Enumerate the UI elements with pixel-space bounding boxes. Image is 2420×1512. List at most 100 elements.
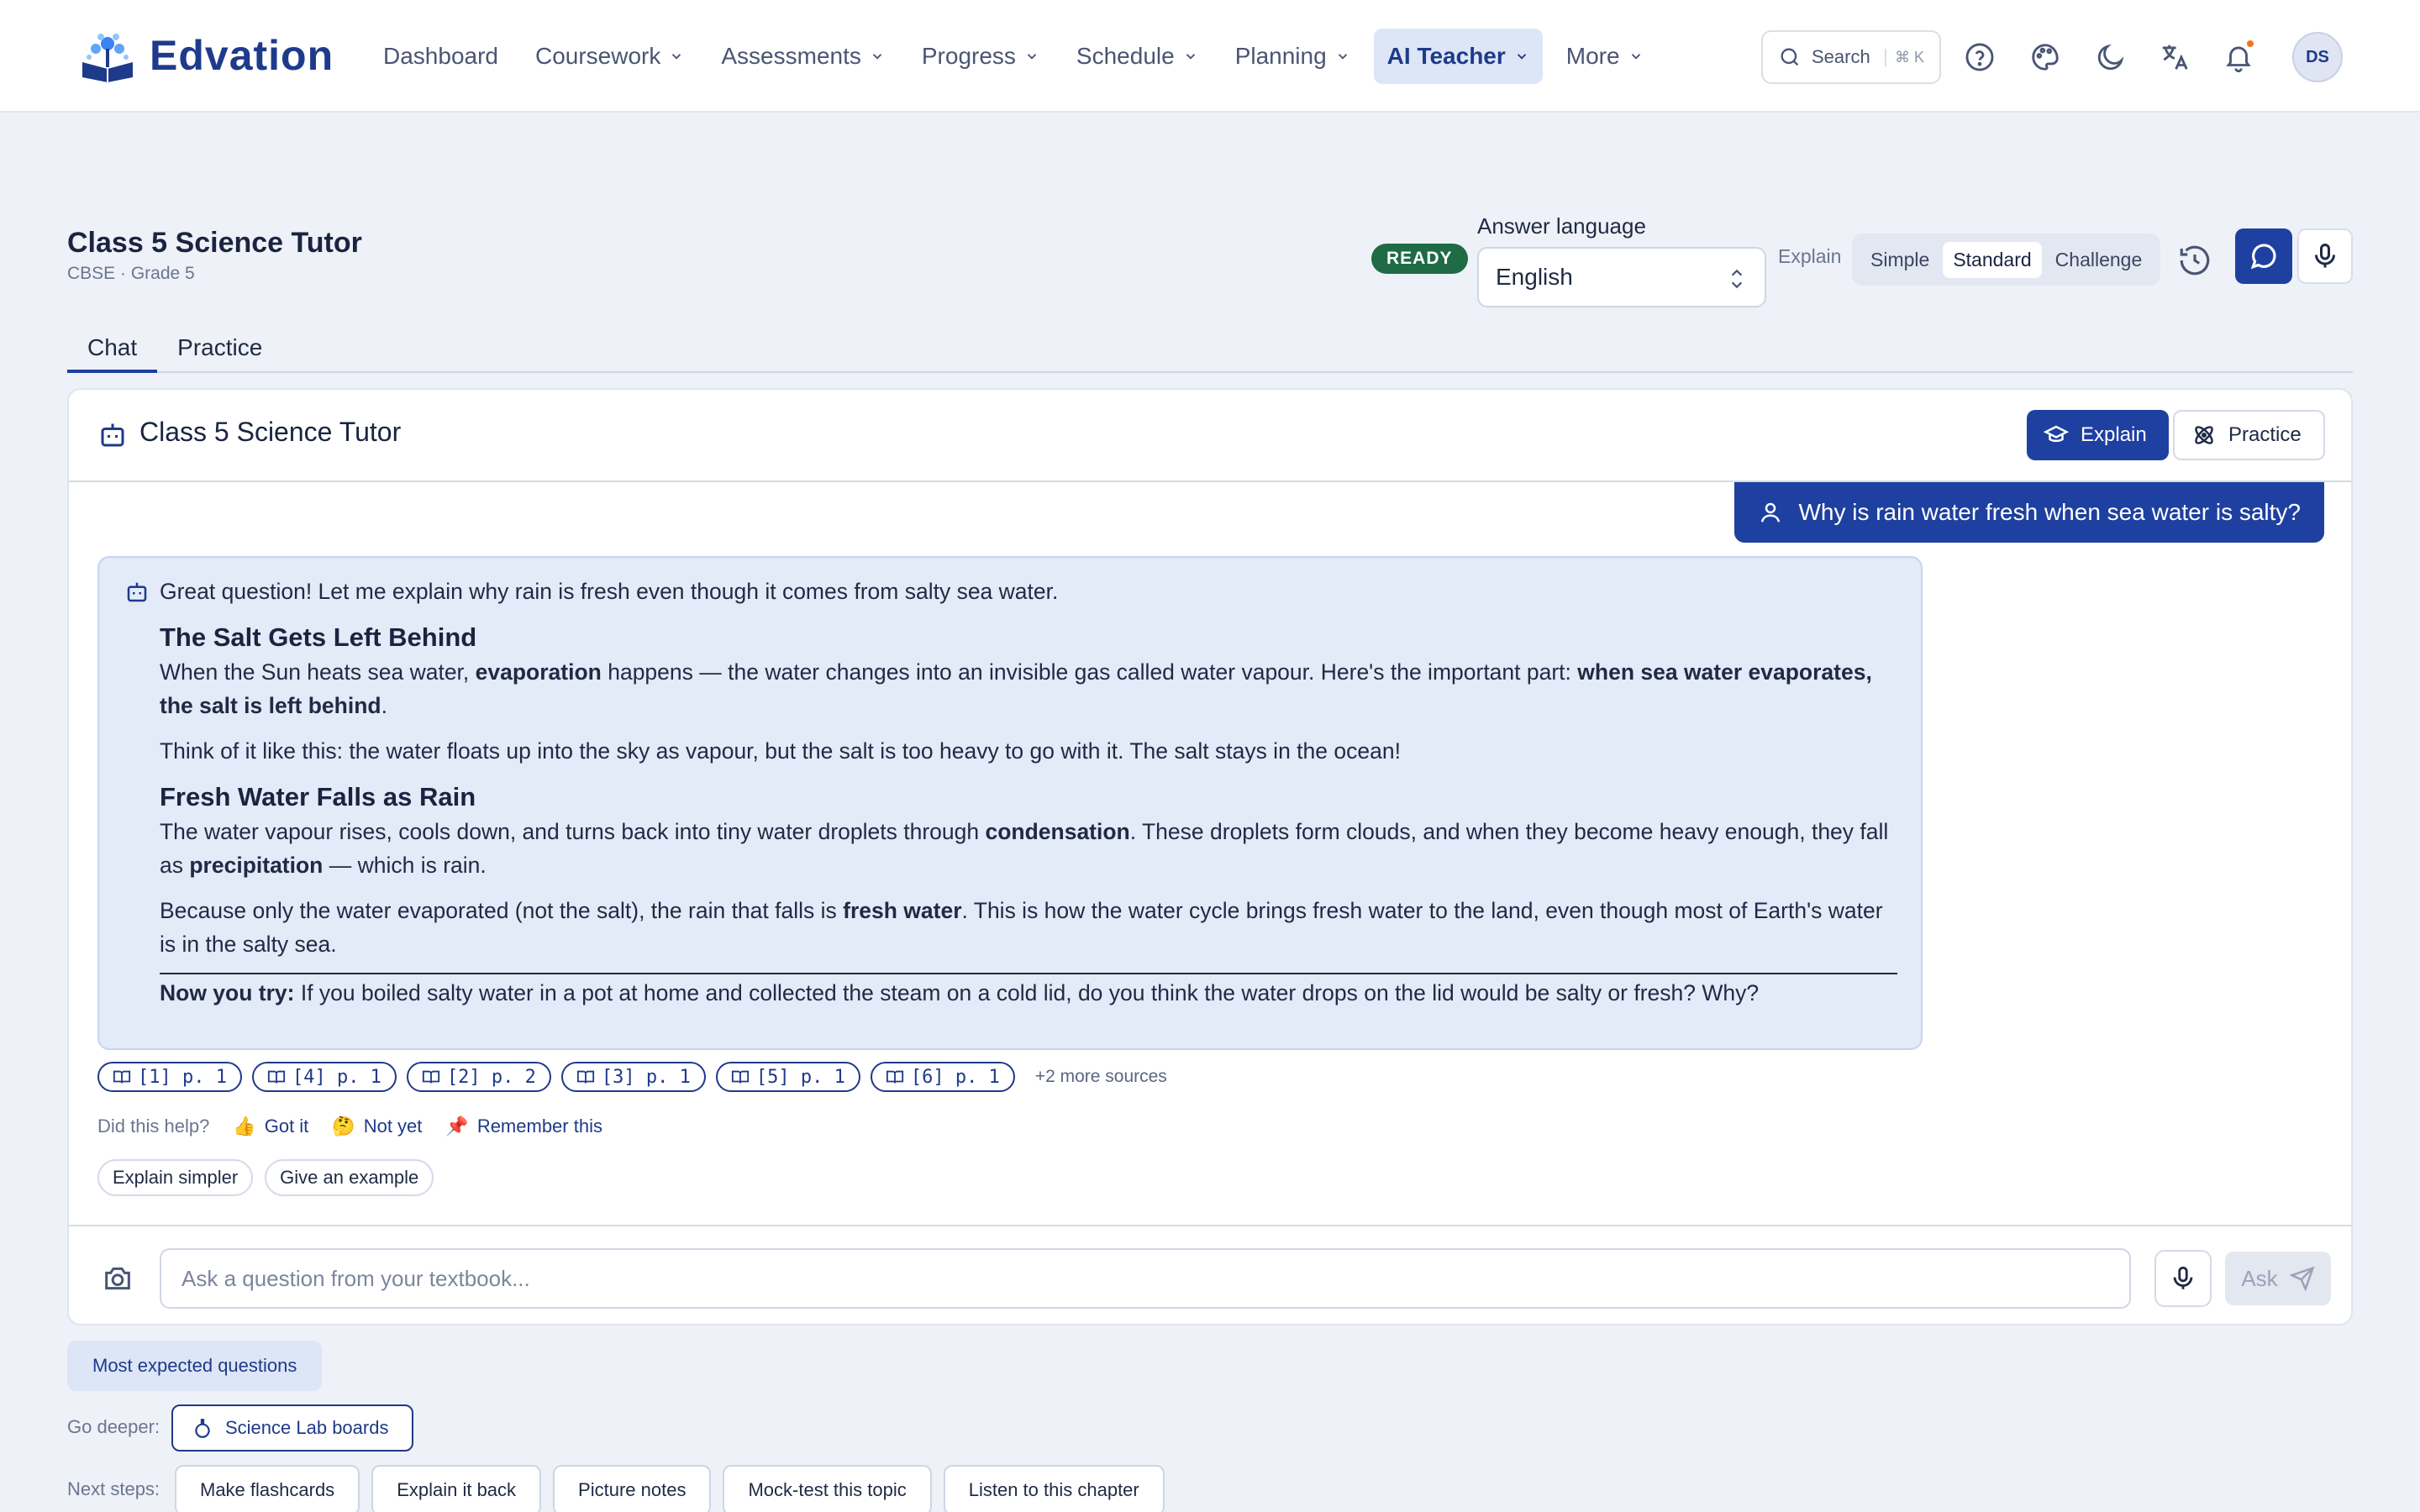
- user-message: Why is rain water fresh when sea water i…: [1734, 482, 2324, 543]
- answer-language-select[interactable]: English: [1477, 247, 1766, 307]
- chevron-down-icon: [1517, 54, 1526, 60]
- explain-level-challenge[interactable]: Challenge: [2045, 242, 2153, 278]
- feedback-label: Did this help?: [97, 1116, 210, 1137]
- question-composer: Ask: [69, 1225, 2351, 1324]
- nav-item-schedule[interactable]: Schedule: [1063, 29, 1212, 84]
- nav-item-planning[interactable]: Planning: [1222, 29, 1364, 84]
- flask-icon: [195, 1419, 210, 1438]
- source-chip[interactable]: [1] p. 1: [97, 1062, 242, 1092]
- not-yet-button[interactable]: 🤔 Not yet: [332, 1116, 422, 1137]
- ask-button[interactable]: Ask: [2225, 1252, 2331, 1305]
- source-chip[interactable]: [6] p. 1: [870, 1062, 1015, 1092]
- next-step-explain-it-back[interactable]: Explain it back: [371, 1465, 542, 1512]
- brand-name: Edvation: [150, 32, 334, 79]
- chat-mode-button[interactable]: [2235, 228, 2292, 284]
- help-button[interactable]: [1961, 39, 1998, 76]
- tab-chat[interactable]: Chat: [67, 328, 158, 373]
- tab-practice[interactable]: Practice: [157, 328, 282, 371]
- source-chip-label: [4] p. 1: [292, 1066, 381, 1088]
- user-avatar[interactable]: DS: [2292, 32, 2343, 82]
- ai-paragraph: Think of it like this: the water floats …: [160, 738, 1401, 764]
- atom-icon: [2195, 426, 2213, 444]
- mic-icon: [2315, 244, 2335, 268]
- tutor-tabs: Chat Practice: [67, 328, 2353, 373]
- chevron-down-icon: [1338, 54, 1347, 60]
- explain-level-segmented: Simple Standard Challenge: [1852, 234, 2161, 286]
- followup-give-an-example[interactable]: Give an example: [265, 1159, 434, 1196]
- source-chip[interactable]: [4] p. 1: [251, 1062, 397, 1092]
- source-chip[interactable]: [5] p. 1: [715, 1062, 860, 1092]
- source-chip-label: [6] p. 1: [910, 1066, 1000, 1088]
- explain-mode-button[interactable]: Explain: [2027, 410, 2169, 460]
- theme-palette-button[interactable]: [2027, 39, 2064, 76]
- language-button[interactable]: [2156, 39, 2193, 76]
- answer-language-label: Answer language: [1477, 213, 1646, 239]
- history-button[interactable]: [2171, 237, 2218, 284]
- bot-icon: [127, 582, 147, 602]
- thumbs-up-icon: 👍: [233, 1116, 256, 1137]
- source-chip-label: [2] p. 2: [446, 1066, 536, 1088]
- nav-item-ai-teacher[interactable]: AI Teacher: [1373, 29, 1543, 84]
- palette-icon: [2032, 44, 2059, 71]
- explain-level-simple[interactable]: Simple: [1860, 242, 1939, 278]
- explain-mode-label: Explain: [2081, 423, 2147, 446]
- status-badge: READY: [1371, 244, 1468, 274]
- source-chip[interactable]: [3] p. 1: [560, 1062, 706, 1092]
- ai-paragraph: Because only the water evaporated (not t…: [160, 898, 1883, 957]
- next-step-listen-to-this-chapter[interactable]: Listen to this chapter: [943, 1465, 1165, 1512]
- nav-item-label: Planning: [1234, 43, 1327, 69]
- nav-item-dashboard[interactable]: Dashboard: [370, 29, 512, 84]
- chat-panel: Class 5 Science Tutor Explain Practice W…: [67, 388, 2353, 1326]
- source-chip-label: [5] p. 1: [755, 1066, 845, 1088]
- explain-level-standard[interactable]: Standard: [1943, 241, 2042, 278]
- next-steps-row: Make flashcards Explain it back Picture no…: [175, 1465, 1165, 1512]
- ai-try-prompt: Now you try: If you boiled salty water i…: [160, 973, 1897, 1010]
- nav-item-label: More: [1565, 43, 1620, 69]
- ai-section-heading: The Salt Gets Left Behind: [160, 622, 477, 652]
- user-icon: [1761, 502, 1781, 522]
- camera-icon[interactable]: [101, 1262, 134, 1295]
- next-step-mock-test-this-topic[interactable]: Mock-test this topic: [723, 1465, 932, 1512]
- go-deeper-label: Go deeper:: [67, 1416, 160, 1437]
- ai-paragraph: The water vapour rises, cools down, and …: [160, 819, 1889, 878]
- history-icon: [2180, 245, 2210, 276]
- source-chip[interactable]: [2] p. 2: [406, 1062, 551, 1092]
- next-steps-label: Next steps:: [67, 1478, 160, 1499]
- practice-mode-button[interactable]: Practice: [2173, 410, 2325, 460]
- voice-mode-button[interactable]: [2297, 228, 2353, 284]
- pin-icon: 📌: [445, 1116, 469, 1137]
- ai-intro: Great question! Let me explain why rain …: [160, 579, 1059, 604]
- notification-dot: [2247, 40, 2254, 47]
- science-lab-boards-button[interactable]: Science Lab boards: [171, 1404, 414, 1452]
- question-input[interactable]: [160, 1248, 2131, 1309]
- bot-icon: [101, 423, 124, 447]
- more-sources-link[interactable]: +2 more sources: [1035, 1067, 1167, 1087]
- chevron-down-icon: [672, 54, 681, 60]
- next-step-picture-notes[interactable]: Picture notes: [553, 1465, 712, 1512]
- thinking-face-icon: 🤔: [332, 1116, 355, 1137]
- most-expected-questions-button[interactable]: Most expected questions: [67, 1341, 323, 1391]
- nav-item-label: Progress: [921, 43, 1016, 69]
- remember-this-button[interactable]: 📌 Remember this: [445, 1116, 602, 1137]
- page-subtitle: CBSE · Grade 5: [67, 264, 195, 283]
- user-message-text: Why is rain water fresh when sea water i…: [1798, 499, 2301, 525]
- nav-item-progress[interactable]: Progress: [908, 29, 1053, 84]
- brand-logo[interactable]: Edvation: [77, 29, 334, 82]
- source-citations: [1] p. 1 [4] p. 1 [2] p. 2 [3] p. 1 [5] p. 1…: [97, 1062, 1167, 1092]
- voice-input-button[interactable]: [2154, 1250, 2212, 1307]
- nav-item-more[interactable]: More: [1553, 29, 1657, 84]
- chevron-down-icon: [1027, 54, 1037, 60]
- next-step-make-flashcards[interactable]: Make flashcards: [175, 1465, 360, 1512]
- open-book-icon: [576, 1070, 594, 1084]
- top-navigation-bar: Edvation Dashboard Coursework Assessments P…: [0, 0, 2420, 113]
- nav-item-label: Assessments: [721, 43, 861, 69]
- notifications-button[interactable]: [2220, 39, 2257, 76]
- nav-item-coursework[interactable]: Coursework: [522, 29, 697, 84]
- nav-item-assessments[interactable]: Assessments: [708, 29, 898, 84]
- feedback-row: Did this help? 👍 Got it 🤔 Not yet 📌 Remembe…: [97, 1116, 602, 1137]
- got-it-button[interactable]: 👍 Got it: [233, 1116, 308, 1137]
- followup-explain-simpler[interactable]: Explain simpler: [97, 1159, 254, 1196]
- source-chip-label: [3] p. 1: [601, 1066, 691, 1088]
- search-button[interactable]: Search ⌘ K: [1761, 30, 1941, 84]
- dark-mode-button[interactable]: [2092, 39, 2129, 76]
